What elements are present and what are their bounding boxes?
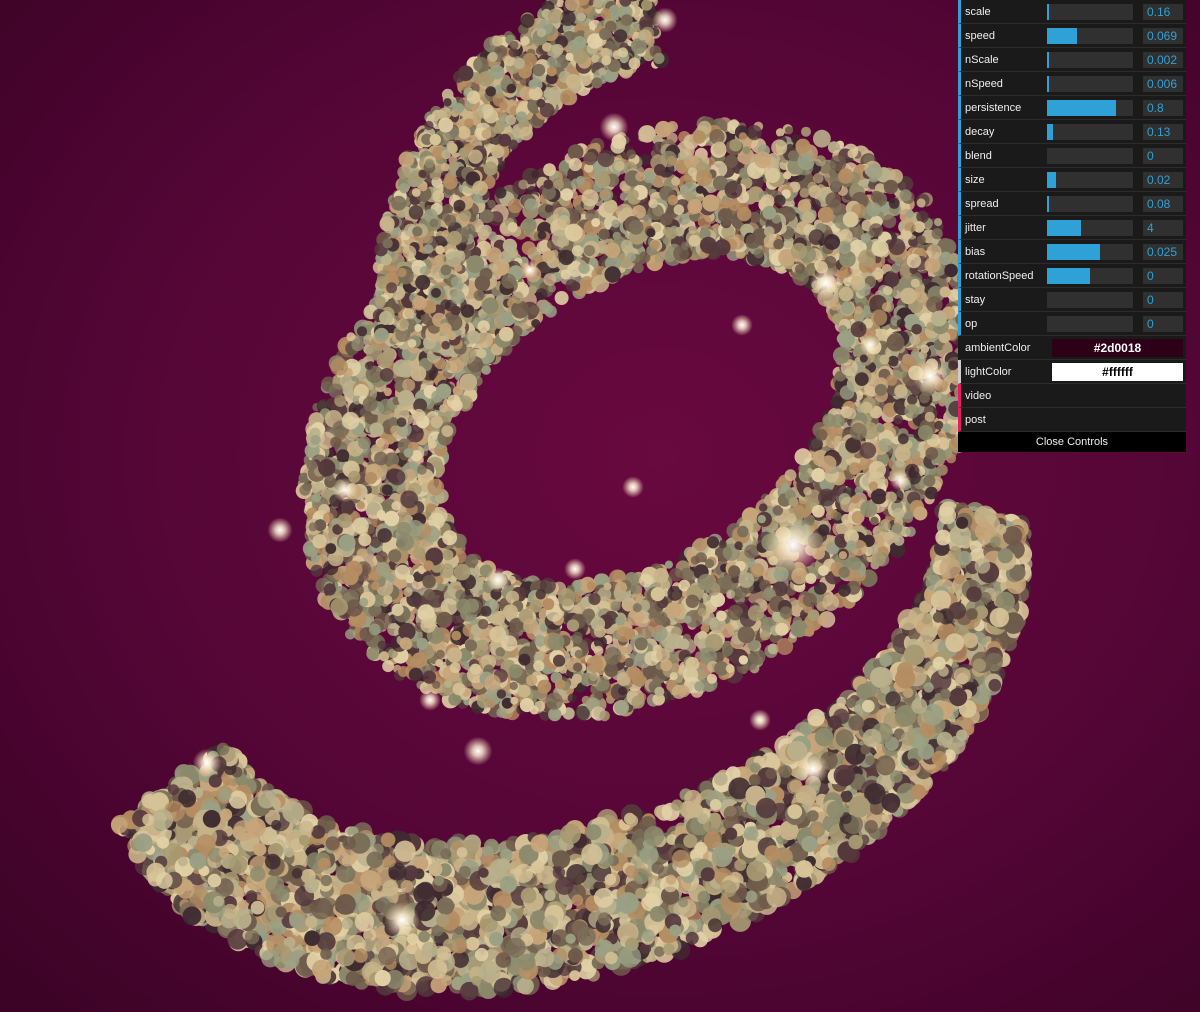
slider-fill [1047, 4, 1049, 20]
slider-row-stay[interactable]: stay 0 [958, 288, 1186, 312]
slider-row-op[interactable]: op 0 [958, 312, 1186, 336]
slider-label: stay [965, 294, 986, 306]
slider-value-input[interactable]: 0.8 [1143, 100, 1183, 116]
ambient-color-row[interactable]: ambientColor #2d0018 [958, 336, 1186, 360]
slider-label: rotationSpeed [965, 270, 1034, 282]
slider-row-decay[interactable]: decay 0.13 [958, 120, 1186, 144]
slider-value-input[interactable]: 0 [1143, 148, 1183, 164]
light-color-input[interactable]: #ffffff [1052, 363, 1183, 381]
slider-label: speed [965, 30, 995, 42]
slider-value-input[interactable]: 0.08 [1143, 196, 1183, 212]
slider-label: persistence [965, 102, 1022, 114]
slider-track[interactable] [1047, 148, 1133, 164]
slider-label: nSpeed [965, 78, 1003, 90]
slider-fill [1047, 196, 1049, 212]
slider-fill [1047, 52, 1049, 68]
slider-row-speed[interactable]: speed 0.069 [958, 24, 1186, 48]
slider-fill [1047, 268, 1090, 284]
slider-value-input[interactable]: 0 [1143, 292, 1183, 308]
slider-list: scale 0.16 speed 0.069 nScale 0.002 nSpeed 0.00… [958, 0, 1186, 336]
folder-video-label: video [965, 390, 992, 402]
slider-track[interactable] [1047, 76, 1133, 92]
slider-track[interactable] [1047, 172, 1133, 188]
slider-fill [1047, 76, 1049, 92]
folder-video[interactable]: video [958, 384, 1186, 408]
slider-row-nSpeed[interactable]: nSpeed 0.006 [958, 72, 1186, 96]
slider-label: spread [965, 198, 999, 210]
slider-row-nScale[interactable]: nScale 0.002 [958, 48, 1186, 72]
slider-value-input[interactable]: 0.13 [1143, 124, 1183, 140]
slider-label: nScale [965, 54, 999, 66]
slider-row-spread[interactable]: spread 0.08 [958, 192, 1186, 216]
slider-track[interactable] [1047, 316, 1133, 332]
ambient-color-label: ambientColor [965, 342, 1031, 354]
slider-fill [1047, 244, 1101, 260]
slider-track[interactable] [1047, 100, 1133, 116]
slider-row-scale[interactable]: scale 0.16 [958, 0, 1186, 24]
slider-value-input[interactable]: 0.002 [1143, 52, 1183, 68]
slider-value-input[interactable]: 0 [1143, 316, 1183, 332]
slider-value-input[interactable]: 0.16 [1143, 4, 1183, 20]
slider-track[interactable] [1047, 220, 1133, 236]
slider-row-bias[interactable]: bias 0.025 [958, 240, 1186, 264]
slider-track[interactable] [1047, 244, 1133, 260]
slider-track[interactable] [1047, 4, 1133, 20]
slider-value-input[interactable]: 4 [1143, 220, 1183, 236]
slider-row-persistence[interactable]: persistence 0.8 [958, 96, 1186, 120]
controls-panel: scale 0.16 speed 0.069 nScale 0.002 nSpeed 0.00… [958, 0, 1186, 452]
slider-value-input[interactable]: 0.069 [1143, 28, 1183, 44]
slider-value-input[interactable]: 0.02 [1143, 172, 1183, 188]
slider-fill [1047, 124, 1054, 140]
slider-label: op [965, 318, 978, 330]
slider-fill [1047, 100, 1116, 116]
light-color-row[interactable]: lightColor #ffffff [958, 360, 1186, 384]
slider-fill [1047, 220, 1082, 236]
slider-label: jitter [965, 222, 986, 234]
slider-value-input[interactable]: 0.006 [1143, 76, 1183, 92]
slider-row-size[interactable]: size 0.02 [958, 168, 1186, 192]
slider-fill [1047, 172, 1056, 188]
slider-row-blend[interactable]: blend 0 [958, 144, 1186, 168]
slider-label: decay [965, 126, 995, 138]
slider-label: blend [965, 150, 992, 162]
slider-value-input[interactable]: 0 [1143, 268, 1183, 284]
slider-track[interactable] [1047, 124, 1133, 140]
ambient-color-input[interactable]: #2d0018 [1052, 339, 1183, 357]
folder-post[interactable]: post [958, 408, 1186, 432]
slider-row-rotationSpeed[interactable]: rotationSpeed 0 [958, 264, 1186, 288]
slider-track[interactable] [1047, 52, 1133, 68]
close-controls-button[interactable]: Close Controls [958, 432, 1186, 452]
slider-label: bias [965, 246, 986, 258]
slider-track[interactable] [1047, 292, 1133, 308]
slider-fill [1047, 28, 1078, 44]
slider-label: scale [965, 6, 991, 18]
slider-value-input[interactable]: 0.025 [1143, 244, 1183, 260]
slider-label: size [965, 174, 985, 186]
slider-track[interactable] [1047, 268, 1133, 284]
slider-track[interactable] [1047, 28, 1133, 44]
slider-track[interactable] [1047, 196, 1133, 212]
slider-row-jitter[interactable]: jitter 4 [958, 216, 1186, 240]
light-color-label: lightColor [965, 366, 1012, 378]
folder-post-label: post [965, 414, 986, 426]
